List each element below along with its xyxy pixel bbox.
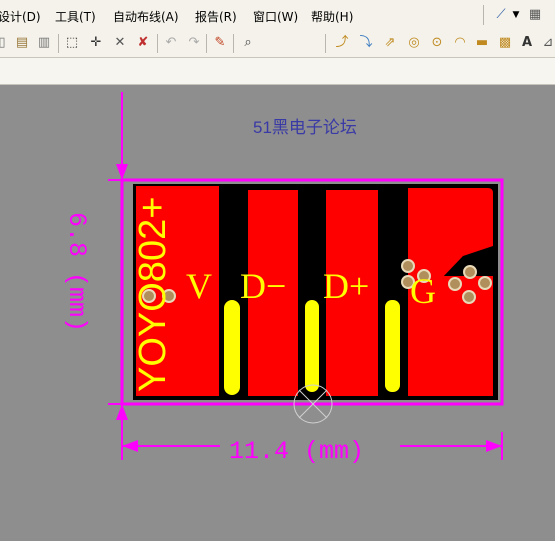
menu-window[interactable]: 窗口(W) <box>253 8 298 25</box>
menu-tools[interactable]: 工具(T) <box>55 8 96 25</box>
menu-help[interactable]: 帮助(H) <box>311 8 353 25</box>
pad-icon[interactable]: ⊙ <box>429 34 445 52</box>
via-icon[interactable]: ◎ <box>406 34 422 52</box>
arc-icon[interactable]: ◠ <box>452 34 468 52</box>
slot-marker-1 <box>224 300 240 395</box>
move-icon[interactable]: ✛ <box>88 34 104 52</box>
paste-icon[interactable]: ▤ <box>14 34 30 52</box>
via <box>463 265 477 279</box>
undo-icon[interactable]: ↶ <box>163 34 179 52</box>
dropdown-arrow-icon[interactable]: ▼ <box>508 6 524 24</box>
label-v: V <box>186 266 212 306</box>
slot-marker-3 <box>385 300 400 392</box>
panel-strip <box>0 58 555 85</box>
width-dimension-label: 11.4 (mm) <box>229 437 364 466</box>
zoom-icon[interactable]: ⌕ <box>240 34 256 52</box>
label-dminus: D− <box>240 266 286 306</box>
part-name: YOYO802+ <box>132 197 174 392</box>
menu-reports[interactable]: 报告(R) <box>195 8 237 25</box>
clear-icon[interactable]: ✘ <box>135 34 151 52</box>
pcb-canvas[interactable]: 51黑电子论坛 V D− D+ G YOYO802+ 6.8 (mm) 11.4… <box>0 84 555 541</box>
height-dimension-label: 6.8 (mm) <box>62 212 91 332</box>
fill-icon[interactable]: ▬ <box>474 34 490 52</box>
via <box>478 276 492 290</box>
slot-marker-2 <box>305 300 319 392</box>
via <box>448 277 462 291</box>
text-icon[interactable]: A <box>519 34 535 52</box>
diff-route-icon[interactable]: ⇗ <box>382 34 398 52</box>
menu-autoroute[interactable]: 自动布线(A) <box>113 8 179 25</box>
menu-design[interactable]: 设计(D) <box>0 8 41 25</box>
route-icon[interactable]: ⤴ <box>334 34 350 52</box>
menu-bar: 设计(D) 工具(T) 自动布线(A) 报告(R) 窗口(W) 帮助(H) ⟋ … <box>0 0 555 31</box>
select-rect-icon[interactable]: ⬚ <box>64 34 80 52</box>
via <box>462 290 476 304</box>
polygon-icon[interactable]: ▩ <box>497 34 513 52</box>
copy-icon[interactable]: ▯ <box>0 34 10 52</box>
label-g: G <box>410 271 436 311</box>
rubber-stamp-icon[interactable]: ▥ <box>36 34 52 52</box>
label-dplus: D+ <box>323 266 369 306</box>
pencil-icon[interactable]: ✎ <box>212 34 228 52</box>
toolbar: ▯ ▤ ▥ ⬚ ✛ ✕ ✘ ↶ ↷ ✎ ⌕ ⤴ ⤵ ⇗ ◎ ⊙ ◠ ▬ ▩ A … <box>0 30 555 58</box>
angle-icon[interactable]: ⊿ <box>540 34 555 52</box>
chart-icon[interactable]: ⟋ <box>493 6 509 24</box>
layers-icon[interactable]: ▦ <box>527 6 543 24</box>
redo-icon[interactable]: ↷ <box>186 34 202 52</box>
cross-select-icon[interactable]: ✕ <box>112 34 128 52</box>
watermark-text: 51黑电子论坛 <box>253 118 357 137</box>
multi-route-icon[interactable]: ⤵ <box>358 34 374 52</box>
